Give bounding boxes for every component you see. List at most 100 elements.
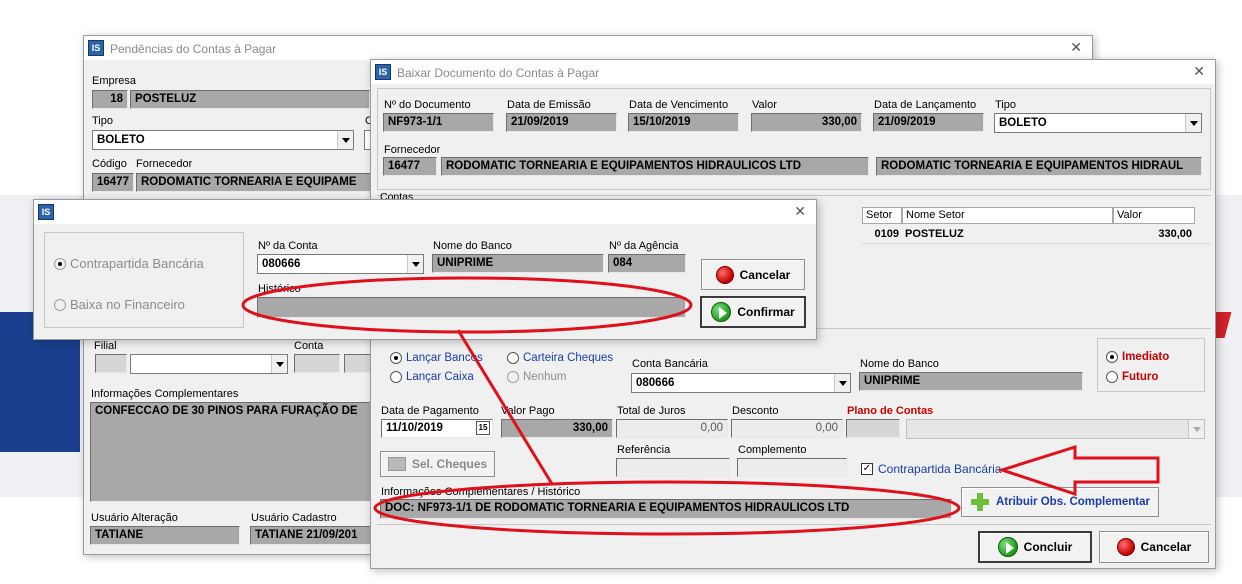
dropdown-arrow-icon[interactable]	[1188, 420, 1204, 438]
radio-imediato[interactable]: Imediato	[1106, 351, 1169, 363]
usuario-cadastro-label: Usuário Cadastro	[251, 512, 337, 524]
plano-contas-select[interactable]	[906, 419, 1205, 439]
conta-bancaria-select[interactable]: 080666	[631, 373, 851, 393]
referencia-field[interactable]	[616, 458, 730, 477]
tipo-select-value: BOLETO	[97, 134, 145, 146]
fornecedor-code-field[interactable]: 16477	[383, 157, 437, 176]
grid-header-valor[interactable]: Valor	[1113, 207, 1195, 224]
grid-header-nome-setor[interactable]: Nome Setor	[902, 207, 1113, 224]
cheque-icon	[387, 457, 406, 471]
app-icon: IS	[88, 40, 104, 56]
plano-contas-code-field[interactable]	[846, 419, 900, 438]
radio-lancar-caixa-label: Lançar Caixa	[406, 371, 474, 383]
filial-select[interactable]	[130, 354, 288, 374]
tipo-select-value: BOLETO	[999, 117, 1047, 129]
concluir-button[interactable]: Concluir	[978, 531, 1092, 563]
radio-carteira-cheques[interactable]: Carteira Cheques	[507, 352, 613, 364]
valor-label: Valor	[752, 99, 777, 111]
dropdown-arrow-icon[interactable]	[407, 255, 423, 273]
close-icon[interactable]: ✕	[1070, 40, 1082, 54]
atribuir-obs-label: Atribuir Obs. Complementar	[996, 496, 1150, 508]
contrapartida-checkbox[interactable]: ✓ Contrapartida Bancária	[861, 462, 1001, 476]
usuario-cadastro-field[interactable]: TATIANE 21/09/201	[250, 526, 374, 545]
grid-cell-nome-setor[interactable]: POSTELUZ	[902, 226, 1113, 243]
data-pagamento-field[interactable]: 11/10/2019 15	[381, 419, 493, 438]
dropdown-arrow-icon[interactable]	[1185, 114, 1201, 132]
cancelar-button[interactable]: Cancelar	[1099, 531, 1209, 563]
contrapartida-label: Contrapartida Bancária	[878, 462, 1002, 476]
radio-baixa-financeiro[interactable]: Baixa no Financeiro	[54, 297, 185, 312]
conta-code-field[interactable]	[294, 354, 340, 373]
valor-pago-label: Valor Pago	[501, 405, 555, 417]
atribuir-obs-button[interactable]: Atribuir Obs. Complementar	[961, 487, 1159, 517]
sel-cheques-button[interactable]: Sel. Cheques	[380, 451, 495, 477]
emissao-field[interactable]: 21/09/2019	[506, 113, 617, 132]
fornecedor-label: Fornecedor	[136, 158, 193, 170]
radio-imediato-label: Imediato	[1122, 351, 1170, 363]
lancamento-field[interactable]: 21/09/2019	[873, 113, 984, 132]
juros-field[interactable]: 0,00	[616, 419, 728, 438]
dropdown-arrow-icon[interactable]	[271, 355, 287, 373]
filial-code-field[interactable]	[95, 354, 127, 373]
ndoc-label: Nº do Documento	[384, 99, 471, 111]
vencimento-field[interactable]: 15/10/2019	[628, 113, 739, 132]
conta-bancaria-label: Conta Bancária	[632, 358, 708, 370]
nagencia-label: Nº da Agência	[609, 240, 679, 252]
radio-contrapartida[interactable]: Contrapartida Bancária	[54, 256, 204, 271]
dropdown-arrow-icon[interactable]	[834, 374, 850, 392]
radio-dot	[390, 352, 402, 364]
grid-cell-setor[interactable]: 0109	[862, 226, 902, 243]
radio-nenhum[interactable]: Nenhum	[507, 371, 566, 383]
plano-contas-label: Plano de Contas	[847, 405, 934, 417]
radio-futuro[interactable]: Futuro	[1106, 371, 1158, 383]
historico-field[interactable]	[257, 297, 686, 318]
pendencias-titlebar: IS Pendências do Contas à Pagar ✕	[84, 36, 1092, 60]
usuario-alteracao-label: Usuário Alteração	[91, 512, 178, 524]
usuario-alteracao-field[interactable]: TATIANE	[90, 526, 240, 545]
radio-lancar-caixa[interactable]: Lançar Caixa	[390, 371, 474, 383]
tipo-label: Tipo	[995, 99, 1016, 111]
radio-lancar-bancos[interactable]: Lançar Bancos	[390, 352, 483, 364]
nagencia-field[interactable]: 084	[608, 254, 686, 273]
fornecedor-code-field[interactable]: 16477	[92, 173, 134, 192]
desconto-label: Desconto	[732, 405, 779, 417]
radio-dot	[390, 371, 402, 383]
fornecedor-name-field[interactable]: RODOMATIC TORNEARIA E EQUIPAMENTOS HIDRA…	[441, 157, 869, 176]
info-field[interactable]: CONFECCAO DE 30 PINOS PARA FURAÇÃO DE	[90, 402, 374, 502]
empresa-label: Empresa	[92, 75, 137, 87]
tipo-select[interactable]: BOLETO	[994, 113, 1202, 133]
grid-header-setor[interactable]: Setor	[862, 207, 902, 224]
confirm-icon	[997, 537, 1018, 557]
complemento-field[interactable]	[737, 458, 847, 477]
calendar-icon[interactable]: 15	[476, 421, 490, 435]
valor-field[interactable]: 330,00	[751, 113, 862, 132]
info-label: Informações Complementares	[91, 388, 239, 400]
confirm-icon	[711, 302, 732, 322]
grid-cell-valor[interactable]: 330,00	[1113, 226, 1195, 243]
ndoc-field[interactable]: NF973-1/1	[383, 113, 494, 132]
close-icon[interactable]: ✕	[1193, 64, 1205, 78]
app-icon: IS	[38, 204, 54, 220]
empresa-name-field[interactable]: POSTELUZ	[130, 90, 370, 109]
empresa-code-field[interactable]: 18	[92, 90, 128, 109]
desconto-field[interactable]: 0,00	[731, 419, 843, 438]
dialog-titlebar: IS ✕	[34, 200, 816, 224]
radio-carteira-cheques-label: Carteira Cheques	[523, 352, 614, 364]
fornecedor-name-field[interactable]: RODOMATIC TORNEARIA E EQUIPAME	[136, 173, 376, 192]
referencia-label: Referência	[617, 444, 671, 456]
dialog-options-group	[44, 232, 244, 328]
dropdown-arrow-icon[interactable]	[337, 131, 353, 149]
tipo-select[interactable]: BOLETO	[92, 130, 354, 150]
radio-dot	[507, 371, 519, 383]
nome-banco-field[interactable]: UNIPRIME	[859, 372, 1083, 391]
baixar-titlebar: IS Baixar Documento do Contas à Pagar ✕	[371, 60, 1215, 84]
nconta-select[interactable]: 080666	[257, 254, 424, 274]
dialog-nome-banco-field[interactable]: UNIPRIME	[432, 254, 604, 273]
valor-pago-field[interactable]: 330,00	[501, 419, 613, 438]
info-historico-field[interactable]: DOC: NF973-1/1 DE RODOMATIC TORNEARIA E …	[380, 499, 952, 519]
dialog-cancelar-button[interactable]: Cancelar	[701, 259, 805, 290]
fornecedor-name2-field[interactable]: RODOMATIC TORNEARIA E EQUIPAMENTOS HIDRA…	[876, 157, 1202, 176]
stop-icon	[1116, 538, 1135, 556]
close-icon[interactable]: ✕	[794, 204, 806, 218]
dialog-confirmar-button[interactable]: Confirmar	[700, 296, 806, 328]
